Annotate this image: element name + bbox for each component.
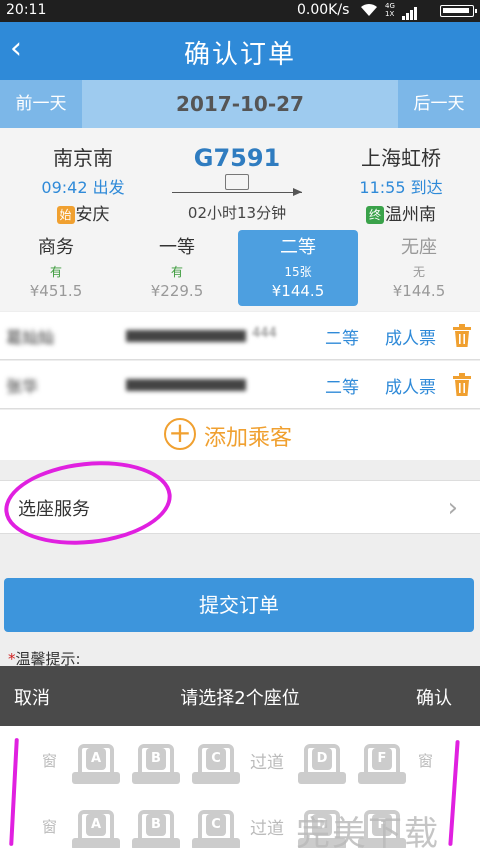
ticket-icon bbox=[225, 174, 249, 190]
aisle-label: 过道 bbox=[250, 819, 284, 839]
wifi-icon bbox=[361, 3, 377, 17]
passenger-name: 葛灿灿 bbox=[6, 328, 55, 347]
seat-class-availability: 无 bbox=[412, 265, 425, 279]
seat-button[interactable]: B bbox=[132, 744, 180, 788]
passenger-seat-class[interactable]: 二等 bbox=[325, 324, 359, 349]
status-bar: 20:11 0.00K/s 4G 1X bbox=[0, 0, 480, 22]
seat-button[interactable]: F bbox=[358, 744, 406, 788]
seat-class-price: ¥229.5 bbox=[150, 282, 204, 300]
passenger-id-masked bbox=[126, 379, 246, 391]
submit-order-button[interactable]: 提交订单 bbox=[4, 578, 474, 632]
window-label: 窗 bbox=[42, 818, 58, 836]
seat-letter: A bbox=[86, 748, 106, 770]
seat-class-option[interactable]: 一等 有 ¥229.5 bbox=[117, 230, 237, 306]
add-passenger-button[interactable]: + 添加乘客 bbox=[0, 410, 480, 460]
seat-button[interactable]: C bbox=[192, 744, 240, 788]
departure-origin: 始安庆 bbox=[18, 200, 148, 225]
aisle-label: 过道 bbox=[250, 753, 284, 773]
signal-icon bbox=[402, 4, 418, 20]
seat-letter: C bbox=[206, 814, 226, 836]
seat-button[interactable]: A bbox=[72, 810, 120, 848]
passenger-id-tail: 444 bbox=[252, 326, 277, 341]
arrival-time: 11:55 到达 bbox=[359, 178, 443, 197]
seat-picker-prompt: 请选择2个座位 bbox=[180, 688, 300, 709]
prev-day-button[interactable]: 前一天 bbox=[0, 80, 82, 128]
add-passenger-label: 添加乘客 bbox=[204, 426, 293, 451]
seat-letter: B bbox=[146, 814, 166, 836]
arrival-terminus: 终温州南 bbox=[336, 200, 466, 225]
seat-button[interactable]: D bbox=[298, 744, 346, 788]
passenger-row: 张华 二等 成人票 bbox=[0, 361, 480, 409]
network-type-indicator: 4G 1X bbox=[385, 2, 395, 18]
status-time: 20:11 bbox=[6, 2, 47, 18]
departure-station-block: 南京南 09:42 出发 始安庆 bbox=[18, 142, 148, 225]
departure-station: 南京南 bbox=[53, 146, 113, 170]
confirm-button[interactable]: 确认 bbox=[416, 684, 452, 710]
terminus-city: 温州南 bbox=[385, 205, 436, 225]
departure-time: 09:42 出发 bbox=[41, 178, 125, 197]
seat-class-price: ¥144.5 bbox=[271, 282, 325, 300]
window-label: 窗 bbox=[42, 752, 58, 770]
app-header: ‹ 确认订单 bbox=[0, 22, 480, 80]
seat-button[interactable]: A bbox=[72, 744, 120, 788]
seat-class-option[interactable]: 无座 无 ¥144.5 bbox=[359, 230, 479, 306]
window-label: 窗 bbox=[418, 752, 434, 770]
origin-city: 安庆 bbox=[75, 205, 110, 225]
date-bar: 前一天 2017-10-27 后一天 bbox=[0, 80, 480, 128]
watermark-text: 完美下载 bbox=[296, 814, 440, 848]
seat-class-option[interactable]: 商务 有 ¥451.5 bbox=[0, 230, 116, 306]
origin-tag: 始 bbox=[56, 206, 75, 224]
next-day-button[interactable]: 后一天 bbox=[398, 80, 480, 128]
seat-class-name: 商务 bbox=[38, 237, 74, 258]
passenger-name: 张华 bbox=[6, 377, 39, 396]
seat-letter: A bbox=[86, 814, 106, 836]
seat-class-option-selected[interactable]: 二等 15张 ¥144.5 bbox=[238, 230, 358, 306]
seat-class-name: 无座 bbox=[401, 237, 437, 258]
seat-button[interactable]: C bbox=[192, 810, 240, 848]
seat-class-price: ¥144.5 bbox=[392, 282, 446, 300]
arrival-station: 上海虹桥 bbox=[361, 146, 441, 170]
annotation-mark-right bbox=[448, 739, 460, 847]
annotation-mark-left bbox=[9, 737, 19, 847]
seat-button[interactable]: B bbox=[132, 810, 180, 848]
arrival-station-block: 上海虹桥 11:55 到达 终温州南 bbox=[336, 142, 466, 225]
passenger-id-masked bbox=[126, 330, 246, 342]
trip-duration: 02小时13分钟 bbox=[187, 204, 287, 222]
seat-letter: D bbox=[312, 748, 332, 770]
network-type-bottom: 1X bbox=[385, 10, 395, 18]
network-type-top: 4G bbox=[385, 2, 395, 10]
seat-letter: B bbox=[146, 748, 166, 770]
passenger-ticket-type[interactable]: 成人票 bbox=[385, 324, 436, 349]
seat-picker-toolbar: 取消 请选择2个座位 确认 bbox=[0, 666, 480, 726]
seat-class-price: ¥451.5 bbox=[29, 282, 83, 300]
terminus-tag: 终 bbox=[366, 206, 384, 224]
passenger-ticket-type[interactable]: 成人票 bbox=[385, 373, 436, 398]
travel-date[interactable]: 2017-10-27 bbox=[82, 80, 398, 128]
trash-icon[interactable] bbox=[452, 324, 472, 348]
status-network-rate: 0.00K/s bbox=[297, 2, 350, 18]
chevron-right-icon: › bbox=[447, 493, 458, 523]
battery-icon bbox=[440, 5, 477, 17]
seat-class-availability: 有 bbox=[170, 265, 183, 279]
page-title: 确认订单 bbox=[183, 40, 296, 70]
seat-letter: F bbox=[372, 748, 392, 770]
seat-class-availability: 15张 bbox=[284, 265, 312, 279]
passenger-row: 葛灿灿 444 二等 成人票 bbox=[0, 312, 480, 360]
plus-circle-icon: + bbox=[164, 418, 196, 450]
passenger-seat-class[interactable]: 二等 bbox=[325, 373, 359, 398]
route-arrow-icon bbox=[172, 188, 302, 196]
annotation-highlight-circle bbox=[0, 453, 176, 553]
trash-icon[interactable] bbox=[452, 373, 472, 397]
seat-class-name: 一等 bbox=[159, 237, 195, 258]
seat-class-name: 二等 bbox=[280, 237, 316, 258]
seat-class-availability: 有 bbox=[49, 265, 62, 279]
seat-letter: C bbox=[206, 748, 226, 770]
train-number[interactable]: G7591 bbox=[170, 144, 304, 172]
